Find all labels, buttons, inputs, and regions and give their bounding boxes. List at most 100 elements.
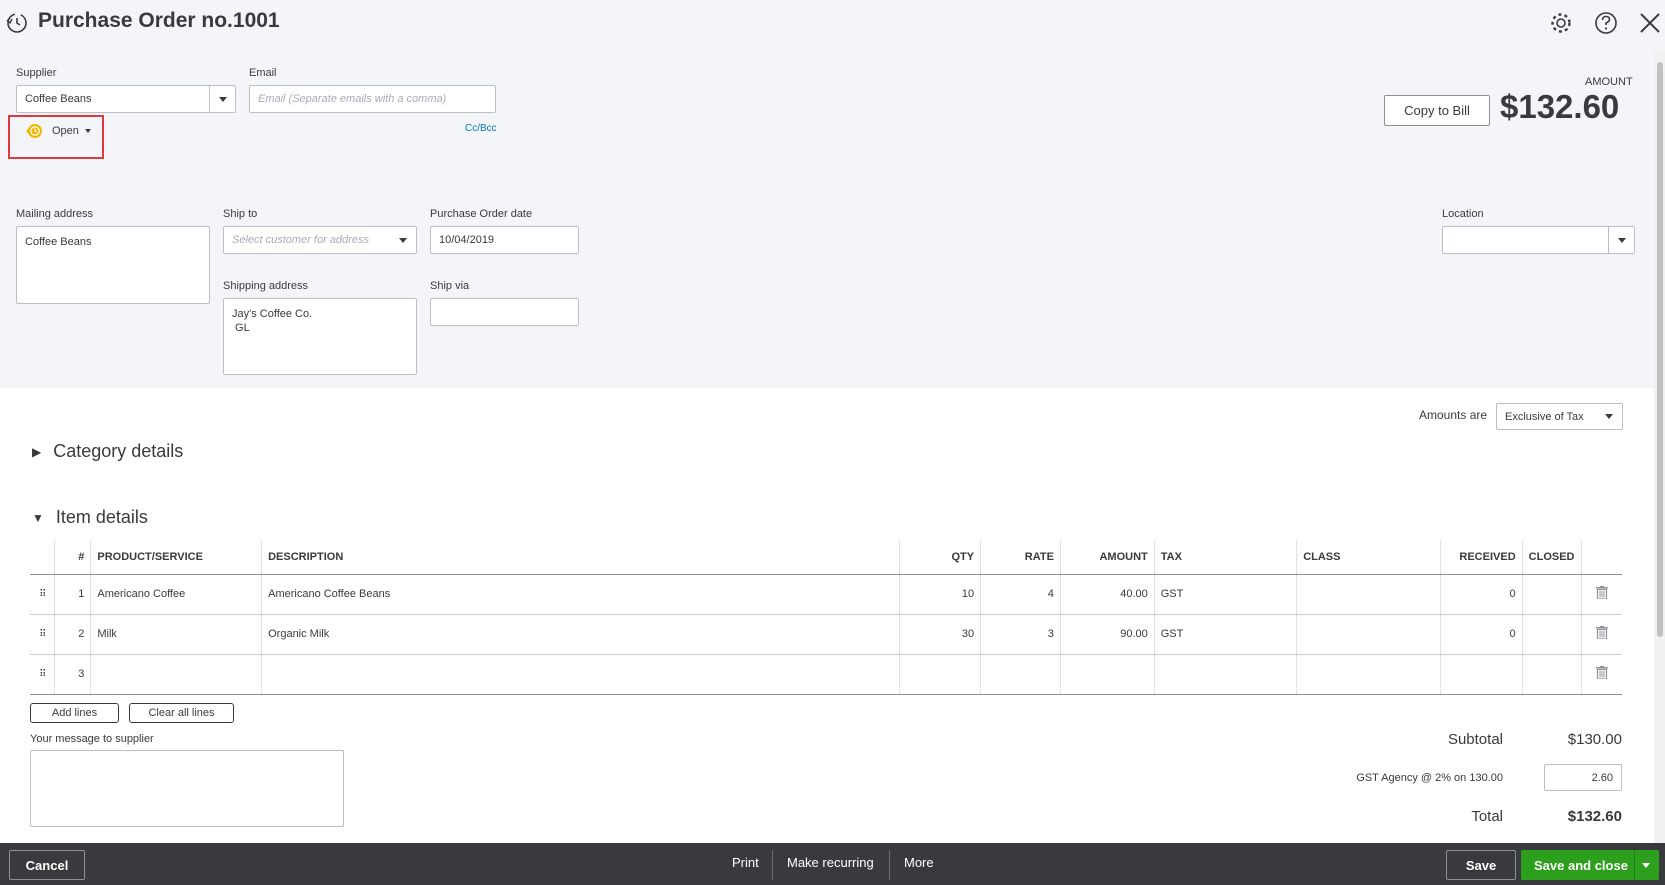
cc-bcc-link[interactable]: Cc/Bcc <box>465 123 497 134</box>
location-select[interactable] <box>1442 226 1635 254</box>
table-row[interactable]: ⠿ 1 Americano Coffee Americano Coffee Be… <box>30 574 1622 615</box>
caret-down-icon <box>84 129 91 133</box>
col-header-qty: QTY <box>899 541 982 575</box>
table-row[interactable]: ⠿ 2 Milk Organic Milk 30 3 90.00 GST 0 <box>30 614 1622 655</box>
closed-cell[interactable] <box>1522 654 1582 695</box>
tax-amount-field[interactable]: 2.60 <box>1544 764 1622 791</box>
rate-cell[interactable]: 3 <box>980 614 1061 655</box>
chevron-down-icon[interactable] <box>1642 863 1650 868</box>
print-link[interactable]: Print <box>732 855 759 870</box>
split-divider <box>1634 850 1635 880</box>
total-value: $132.60 <box>1567 808 1622 825</box>
product-cell[interactable]: Americano Coffee <box>90 574 263 615</box>
qty-cell[interactable]: 30 <box>899 614 982 655</box>
gear-icon[interactable] <box>1548 10 1574 36</box>
tax-cell[interactable]: GST <box>1154 574 1298 615</box>
received-cell: 0 <box>1440 574 1523 615</box>
save-button[interactable]: Save <box>1446 850 1516 880</box>
cancel-button[interactable]: Cancel <box>9 850 85 880</box>
qty-cell[interactable] <box>899 654 982 695</box>
class-cell[interactable] <box>1296 574 1441 615</box>
ship-via-field[interactable] <box>430 298 579 326</box>
item-details-toggle[interactable]: ▼ Item details <box>32 507 148 528</box>
amounts-are-dropdown-button[interactable] <box>1596 404 1622 429</box>
email-placeholder: Email (Separate emails with a comma) <box>258 93 447 105</box>
product-cell[interactable]: Milk <box>90 614 263 655</box>
make-recurring-link[interactable]: Make recurring <box>787 855 874 870</box>
trash-icon[interactable] <box>1581 654 1622 695</box>
tax-cell[interactable] <box>1154 654 1298 695</box>
col-header-num: # <box>54 541 92 575</box>
item-details-table: # PRODUCT/SERVICE DESCRIPTION QTY RATE A… <box>30 541 1622 695</box>
status-label: Open <box>52 125 79 137</box>
drag-handle-icon[interactable]: ⠿ <box>30 614 56 655</box>
drag-col-header <box>30 541 56 575</box>
col-header-rate: RATE <box>980 541 1061 575</box>
mailing-address-field[interactable]: Coffee Beans <box>16 226 210 304</box>
rate-cell[interactable]: 4 <box>980 574 1061 615</box>
close-icon[interactable] <box>1637 10 1663 36</box>
shipping-address-label: Shipping address <box>223 280 309 292</box>
location-dropdown-button[interactable] <box>1608 227 1634 253</box>
save-and-close-button[interactable]: Save and close <box>1521 850 1659 880</box>
add-lines-button[interactable]: Add lines <box>30 703 119 723</box>
description-cell[interactable] <box>261 654 901 695</box>
scrollbar-thumb[interactable] <box>1657 62 1663 637</box>
category-details-toggle[interactable]: ▶ Category details <box>32 441 183 462</box>
amounts-are-select[interactable]: Exclusive of Tax <box>1496 403 1623 430</box>
copy-to-bill-button[interactable]: Copy to Bill <box>1384 95 1490 126</box>
amount-label: AMOUNT <box>1585 76 1633 88</box>
amounts-are-label: Amounts are <box>1419 408 1488 422</box>
supplier-value: Coffee Beans <box>25 93 92 105</box>
trash-col-header <box>1581 541 1622 575</box>
received-cell: 0 <box>1440 614 1523 655</box>
supplier-dropdown-button[interactable] <box>209 86 235 112</box>
email-field[interactable]: Email (Separate emails with a comma) <box>249 85 496 113</box>
description-cell[interactable]: Organic Milk <box>261 614 901 655</box>
class-cell[interactable] <box>1296 654 1441 695</box>
tax-cell[interactable]: GST <box>1154 614 1298 655</box>
table-row[interactable]: ⠿ 3 <box>30 654 1622 695</box>
footer-divider <box>889 850 890 880</box>
ship-via-label: Ship via <box>430 280 470 292</box>
col-header-class: CLASS <box>1296 541 1441 575</box>
table-header-row: # PRODUCT/SERVICE DESCRIPTION QTY RATE A… <box>30 541 1622 575</box>
drag-handle-icon[interactable]: ⠿ <box>30 654 56 695</box>
status-dropdown[interactable]: Open <box>24 122 91 140</box>
drag-handle-icon[interactable]: ⠿ <box>30 574 56 615</box>
po-date-label: Purchase Order date <box>430 208 533 220</box>
class-cell[interactable] <box>1296 614 1441 655</box>
supplier-label: Supplier <box>16 67 57 79</box>
clock-status-icon <box>26 124 42 138</box>
closed-cell[interactable] <box>1522 574 1582 615</box>
total-label: Total <box>1471 808 1503 825</box>
subtotal-value: $130.00 <box>1567 731 1622 748</box>
trash-icon[interactable] <box>1581 614 1622 655</box>
more-link[interactable]: More <box>904 855 934 870</box>
row-number: 2 <box>54 614 92 655</box>
amount-cell[interactable]: 90.00 <box>1060 614 1155 655</box>
amount-cell[interactable] <box>1060 654 1155 695</box>
po-date-field[interactable]: 10/04/2019 <box>430 226 579 254</box>
description-cell[interactable]: Americano Coffee Beans <box>261 574 901 615</box>
history-icon[interactable] <box>4 10 30 36</box>
closed-cell[interactable] <box>1522 614 1582 655</box>
trash-icon[interactable] <box>1581 574 1622 615</box>
qty-cell[interactable]: 10 <box>899 574 982 615</box>
amounts-are-value: Exclusive of Tax <box>1505 410 1584 423</box>
chevron-down-icon <box>1605 414 1613 419</box>
message-to-supplier-field[interactable] <box>30 750 344 827</box>
tax-label: GST Agency @ 2% on 130.00 <box>1356 772 1503 784</box>
col-header-received: RECEIVED <box>1440 541 1523 575</box>
supplier-select[interactable]: Coffee Beans <box>16 85 236 113</box>
email-label: Email <box>249 67 277 79</box>
product-cell[interactable] <box>90 654 263 695</box>
amount-cell[interactable]: 40.00 <box>1060 574 1155 615</box>
ship-to-dropdown-button[interactable] <box>390 227 416 253</box>
help-icon[interactable] <box>1593 10 1619 36</box>
ship-to-select[interactable]: Select customer for address <box>223 226 417 254</box>
col-header-description: DESCRIPTION <box>261 541 901 575</box>
shipping-address-field[interactable]: Jay's Coffee Co. GL <box>223 298 417 375</box>
rate-cell[interactable] <box>980 654 1061 695</box>
clear-all-lines-button[interactable]: Clear all lines <box>129 703 234 723</box>
